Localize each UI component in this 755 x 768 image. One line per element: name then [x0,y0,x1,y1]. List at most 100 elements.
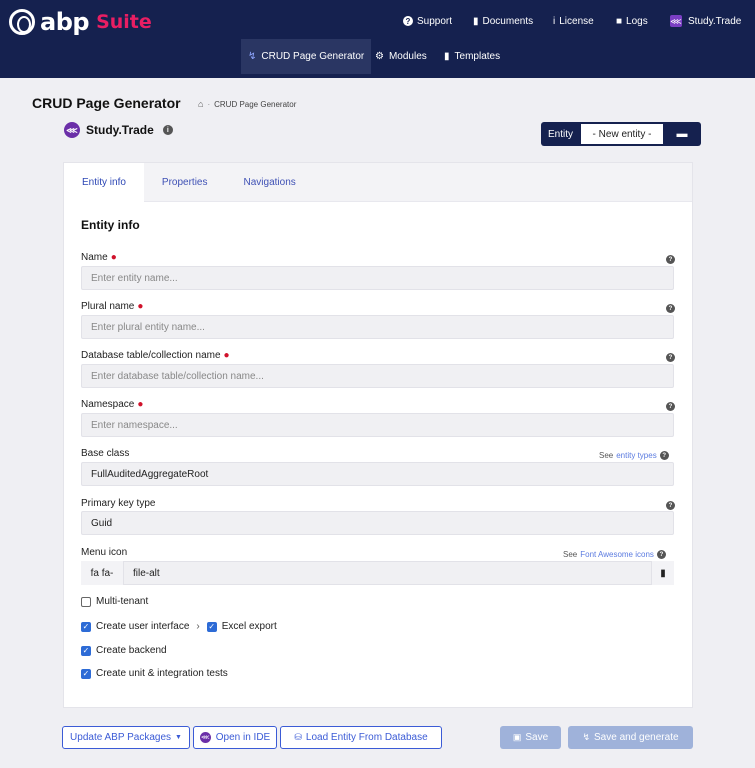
tab-navigations[interactable]: Navigations [226,163,314,202]
required-indicator: ● [137,301,144,312]
caret-down-icon: ▼ [175,734,182,741]
base-class-label: Base class [81,448,130,459]
subnav-templates[interactable]: ▮ Templates [437,39,507,74]
help-prefix: See [563,550,578,559]
entity-select[interactable]: - New entity - [581,124,663,144]
open-folder-button[interactable]: ▬ [663,128,701,140]
entity-card: Entity info Properties Navigations Entit… [63,162,693,708]
nav-license-label: License [559,15,594,27]
load-entity-from-database-button[interactable]: ⛁ Load Entity From Database [280,726,442,749]
save-label: Save [525,732,549,743]
abp-logo-icon [9,9,35,35]
namespace-label: Namespace ● [81,399,144,410]
question-circle-icon[interactable]: ? [666,501,675,510]
help-prefix: See [599,451,614,460]
home-icon[interactable]: ⌂ [198,99,203,109]
nav-logs-label: Logs [626,15,648,27]
base-class-select[interactable]: FullAuditedAggregateRoot [81,462,674,486]
solution-header: ⋘ Study.Trade i [64,122,173,138]
create-tests-option[interactable]: ✓ Create unit & integration tests [81,668,228,679]
create-backend-checkbox[interactable]: ✓ [81,645,91,656]
create-backend-option[interactable]: ✓ Create backend [81,645,167,656]
db-table-input[interactable]: Enter database table/collection name... [81,364,674,388]
menu-icon-input[interactable]: file-alt [123,561,652,585]
save-button[interactable]: ▣ Save [500,726,561,749]
multi-tenant-checkbox[interactable] [81,596,91,607]
update-packages-label: Update ABP Packages [70,732,172,743]
entity-name-input[interactable]: Enter entity name... [81,266,674,290]
excel-export-label: Excel export [221,621,277,632]
bolt-icon: ↯ [582,732,591,742]
required-indicator: ● [223,350,230,361]
subnav-crud-label: CRUD Page Generator [261,51,365,62]
tab-entity-info[interactable]: Entity info [64,163,144,202]
font-awesome-link[interactable]: Font Awesome icons [580,550,654,559]
create-ui-checkbox[interactable]: ✓ [81,621,91,632]
font-awesome-help: See Font Awesome icons ? [563,550,666,559]
load-entity-label: Load Entity From Database [305,732,428,743]
required-indicator: ● [110,252,117,263]
folder-open-icon: ▬ [676,128,688,140]
visual-studio-icon: ⋘ [199,732,211,743]
section-title: Entity info [81,218,140,232]
nav-license[interactable]: i License [553,14,594,28]
info-circle-icon[interactable]: i [162,125,173,135]
breadcrumb-separator: · [207,99,211,109]
question-circle-icon[interactable]: ? [666,255,675,264]
primary-key-label: Primary key type [81,498,156,509]
file-icon: ▮ [473,15,479,27]
name-label: Name ● [81,252,117,263]
create-ui-option[interactable]: ✓ Create user interface › ✓ Excel export [81,621,277,632]
file-icon: ▮ [660,567,666,579]
save-and-generate-button[interactable]: ↯ Save and generate [568,726,693,749]
namespace-input[interactable]: Enter namespace... [81,413,674,437]
question-circle-icon[interactable]: ? [659,451,669,460]
primary-key-select[interactable]: Guid [81,511,674,535]
subnav-modules[interactable]: ⚙ Modules [368,39,434,74]
question-circle-icon[interactable]: ? [666,304,675,313]
folder-icon: ■ [616,15,623,27]
entity-types-help: See entity types ? [599,451,669,460]
tab-properties[interactable]: Properties [144,163,226,202]
create-tests-checkbox[interactable]: ✓ [81,668,91,679]
open-ide-label: Open in IDE [215,732,271,743]
excel-export-checkbox[interactable]: ✓ [206,621,217,632]
nav-solution-label: Study.Trade [688,15,742,27]
open-in-ide-button[interactable]: ⋘ Open in IDE [193,726,277,749]
logo-text: abp [40,8,90,36]
chevron-right-icon: › [196,621,200,632]
database-icon: ⛁ [294,732,302,742]
file-icon-button[interactable]: ▮ [652,561,674,585]
update-abp-packages-button[interactable]: Update ABP Packages ▼ [62,726,190,749]
subnav-crud-page-generator[interactable]: ↯ CRUD Page Generator [241,39,372,74]
question-circle-icon[interactable]: ? [656,550,666,559]
save-icon: ▣ [512,732,522,742]
abp-suite-logo[interactable]: abp Suite [9,8,152,36]
book-icon: ▮ [444,51,450,62]
visual-studio-icon: ⋘ [670,15,682,27]
nav-documents-label: Documents [482,15,534,27]
entity-picker: Entity - New entity - ▬ [541,122,701,146]
question-circle-icon[interactable]: ? [666,402,675,411]
subnav-modules-label: Modules [388,51,427,62]
plural-name-input[interactable]: Enter plural entity name... [81,315,674,339]
plural-name-label: Plural name ● [81,301,144,312]
multi-tenant-label: Multi-tenant [96,596,149,607]
visual-studio-icon: ⋘ [64,122,80,138]
info-icon: i [553,15,556,27]
create-backend-label: Create backend [96,645,167,656]
nav-documents[interactable]: ▮ Documents [473,14,533,28]
menu-icon-prefix: fa fa- [81,561,123,585]
breadcrumb: ⌂ · CRUD Page Generator [198,99,296,109]
bolt-icon: ↯ [248,51,257,62]
nav-solution[interactable]: ⋘ Study.Trade [670,14,741,28]
nav-support-label: Support [417,15,453,27]
entity-types-link[interactable]: entity types [616,451,656,460]
multi-tenant-option[interactable]: Multi-tenant [81,596,148,607]
solution-name: Study.Trade [86,123,154,137]
nav-logs[interactable]: ■ Logs [616,14,648,28]
logo-suite-text: Suite [96,11,152,33]
tab-bar: Entity info Properties Navigations [64,163,692,202]
question-circle-icon[interactable]: ? [666,353,675,362]
nav-support[interactable]: ? Support [403,14,452,28]
